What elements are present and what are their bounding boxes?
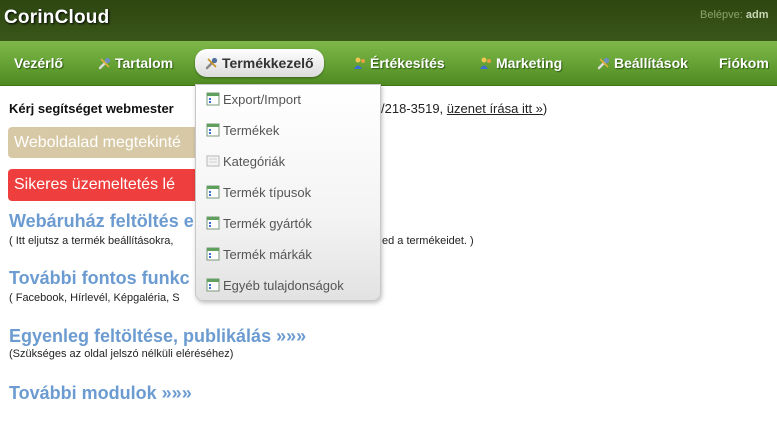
help-close: ) — [542, 101, 548, 116]
main-nav: Vezérlő Tartalom Termékkezelő Értékesíté… — [0, 41, 777, 86]
dropdown-item-kategoriak[interactable]: Kategóriák — [206, 152, 285, 172]
login-status: Belépve: adm — [700, 9, 769, 21]
section-sub-webshop-tail: ed a termékeidet. ) — [382, 235, 474, 247]
grid-icon — [206, 92, 220, 106]
nav-label: Fiókom — [719, 55, 769, 71]
nav-item-marketing[interactable]: Marketing — [479, 49, 562, 77]
dropdown-item-egyeb-tulajdonsagok[interactable]: Egyéb tulajdonságok — [206, 276, 344, 296]
nav-item-fiokom[interactable]: Fiókom — [719, 49, 769, 77]
dropdown-item-termekek[interactable]: Termékek — [206, 121, 279, 141]
top-header: CorinCloud Belépve: adm — [0, 0, 777, 41]
dropdown-label: Termék gyártók — [223, 216, 312, 231]
dropdown-label: Termék típusok — [223, 185, 312, 200]
tools-icon — [597, 51, 611, 70]
section-title-modules[interactable]: További modulok »»» — [9, 383, 192, 404]
write-message-link[interactable]: üzenet írása itt » — [447, 101, 543, 116]
view-website-button[interactable]: Weboldalad megtekinté — [8, 127, 208, 158]
section-sub-balance: (Szükséges az oldal jelszó nélküli eléré… — [9, 348, 234, 360]
section-title-functions[interactable]: További fontos funkc — [9, 268, 190, 289]
dropdown-item-termek-gyartok[interactable]: Termék gyártók — [206, 214, 312, 234]
nav-label: Termékkezelő — [222, 55, 314, 71]
login-user[interactable]: adm — [746, 9, 769, 21]
nav-item-termekkezelo[interactable]: Termékkezelő — [195, 49, 324, 77]
dropdown-label: Export/Import — [223, 92, 302, 107]
termekkezelo-dropdown: Export/Import Termékek Kategóriák Termék… — [195, 84, 381, 301]
section-sub-webshop: ( Itt eljutsz a termék beállításokra, — [9, 235, 174, 247]
section-sub-functions: ( Facebook, Hírlevél, Képgaléria, S — [9, 292, 180, 304]
brand-logo[interactable]: CorinCloud — [4, 7, 109, 29]
dropdown-item-termek-markak[interactable]: Termék márkák — [206, 245, 312, 265]
dropdown-label: Termék márkák — [223, 247, 312, 262]
nav-item-tartalom[interactable]: Tartalom — [98, 49, 173, 77]
nav-label: Értékesítés — [370, 55, 445, 71]
nav-item-vezerlo[interactable]: Vezérlő — [14, 49, 63, 77]
section-title-webshop[interactable]: Webáruház feltöltés e — [9, 211, 194, 232]
tools-icon — [205, 51, 219, 70]
tools-icon — [98, 51, 112, 70]
grid-icon — [206, 185, 220, 199]
grid-icon — [206, 278, 220, 292]
help-contact: /218-3519, üzenet írása itt ») — [381, 101, 547, 116]
section-title-balance[interactable]: Egyenleg feltöltése, publikálás »»» — [9, 326, 306, 347]
dropdown-label: Termékek — [223, 123, 280, 138]
nav-label: Marketing — [496, 55, 563, 71]
help-phone: /218-3519, — [381, 101, 444, 116]
grid-icon — [206, 216, 220, 230]
login-label: Belépve: — [700, 9, 743, 21]
grid-icon — [206, 247, 220, 261]
nav-item-beallitasok[interactable]: Beállítások — [597, 49, 688, 77]
nav-label: Beállítások — [614, 55, 688, 71]
nav-item-ertekesites[interactable]: Értékesítés — [353, 49, 445, 77]
dropdown-item-termek-tipusok[interactable]: Termék típusok — [206, 183, 311, 203]
users-icon — [353, 51, 367, 69]
dropdown-label: Egyéb tulajdonságok — [223, 278, 344, 293]
success-banner[interactable]: Sikeres üzemeltetés lé — [8, 169, 208, 201]
grid-icon — [206, 123, 220, 137]
dropdown-item-export-import[interactable]: Export/Import — [206, 90, 301, 110]
nav-label: Tartalom — [115, 55, 174, 71]
users-icon — [479, 51, 493, 69]
page-icon — [206, 154, 220, 168]
dropdown-label: Kategóriák — [223, 154, 286, 169]
help-text: Kérj segítséget webmester — [9, 101, 174, 116]
nav-label: Vezérlő — [14, 55, 64, 71]
